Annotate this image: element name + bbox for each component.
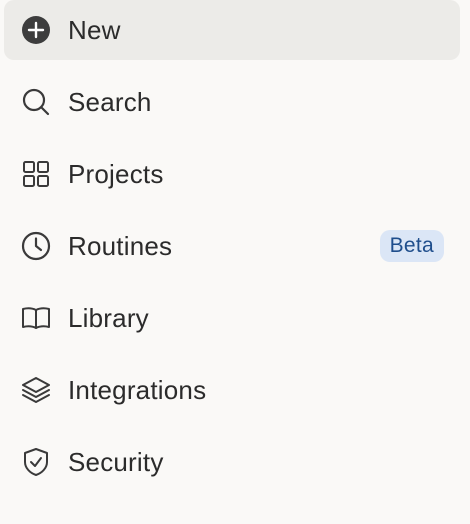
- sidebar-item-label: Security: [68, 446, 164, 477]
- clock-icon: [20, 230, 52, 262]
- sidebar-item-label: Library: [68, 302, 149, 333]
- sidebar-item-label: Projects: [68, 158, 164, 189]
- sidebar-item-search[interactable]: Search: [4, 72, 460, 132]
- sidebar-item-integrations[interactable]: Integrations: [4, 360, 460, 420]
- sidebar-item-label: Routines: [68, 230, 173, 261]
- sidebar-item-label: New: [68, 14, 121, 45]
- grid-icon: [20, 158, 52, 190]
- sidebar-item-label: Integrations: [68, 374, 207, 405]
- sidebar-item-security[interactable]: Security: [4, 432, 460, 492]
- sidebar-item-projects[interactable]: Projects: [4, 144, 460, 204]
- shield-check-icon: [20, 446, 52, 478]
- sidebar-item-new[interactable]: New: [4, 0, 460, 60]
- beta-badge: Beta: [379, 230, 444, 262]
- sidebar-item-routines[interactable]: Routines Beta: [4, 216, 460, 276]
- book-icon: [20, 302, 52, 334]
- sidebar-item-label: Search: [68, 86, 152, 117]
- plus-circle-icon: [20, 14, 52, 46]
- sidebar-nav: New Search Projects Routines Beta Librar…: [0, 0, 470, 524]
- sidebar-item-library[interactable]: Library: [4, 288, 460, 348]
- layers-icon: [20, 374, 52, 406]
- search-icon: [20, 86, 52, 118]
